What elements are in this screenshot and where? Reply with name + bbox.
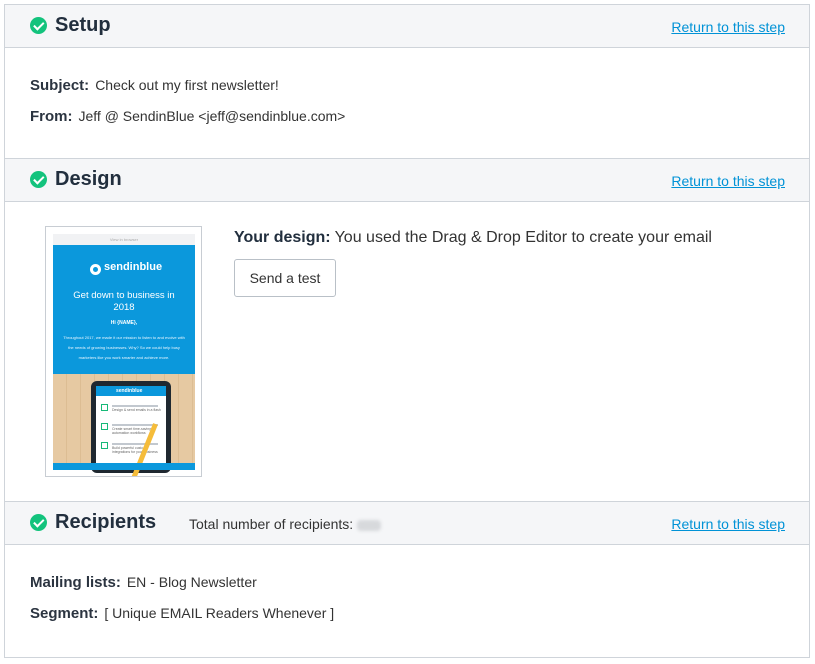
sendinblue-logo-icon bbox=[90, 264, 101, 275]
pad-item-text: Build powerful custom integrations for y… bbox=[112, 446, 158, 454]
mailing-lists-row: Mailing lists: EN - Blog Newsletter bbox=[30, 574, 257, 591]
thumbnail-preview: View in browser sendinblue Get down to b… bbox=[53, 234, 195, 476]
tablet-brand: sendinblue bbox=[116, 388, 143, 394]
from-row: From: Jeff @ SendinBlue <jeff@sendinblue.… bbox=[30, 108, 345, 125]
tablet-header-bar: sendinblue bbox=[96, 386, 166, 396]
recipients-title: Recipients bbox=[55, 511, 157, 533]
pad-item-line bbox=[112, 405, 158, 407]
thumbnail-body: Throughout 2017, we made it our mission … bbox=[63, 335, 185, 360]
segment-row: Segment: [ Unique EMAIL Readers Whenever … bbox=[30, 605, 334, 622]
from-value: Jeff @ SendinBlue <jeff@sendinblue.com> bbox=[78, 108, 346, 124]
thumbnail-brand: sendinblue bbox=[104, 261, 163, 273]
design-section: Design Return to this step View in brows… bbox=[4, 158, 810, 502]
design-label: Your design: bbox=[234, 229, 331, 246]
setup-section: Setup Return to this step Subject: Check … bbox=[4, 4, 810, 159]
send-test-button[interactable]: Send a test bbox=[234, 259, 336, 297]
recipients-header: Recipients Total number of recipients: R… bbox=[5, 502, 809, 545]
setup-return-link[interactable]: Return to this step bbox=[671, 19, 785, 35]
checkbox-icon bbox=[101, 404, 108, 411]
design-return-link[interactable]: Return to this step bbox=[671, 173, 785, 189]
design-description-text: You used the Drag & Drop Editor to creat… bbox=[334, 229, 712, 246]
mailing-lists-value: EN - Blog Newsletter bbox=[126, 574, 257, 590]
check-circle-icon bbox=[30, 17, 47, 34]
recipients-return-link[interactable]: Return to this step bbox=[671, 516, 785, 532]
thumbnail-greeting: Hi {NAME}, bbox=[110, 320, 138, 326]
email-design-thumbnail[interactable]: View in browser sendinblue Get down to b… bbox=[45, 226, 202, 477]
from-label: From: bbox=[30, 108, 73, 125]
setup-title: Setup bbox=[55, 14, 111, 36]
pad-item-text: Design & send emails in a flash bbox=[112, 408, 161, 412]
recipients-section: Recipients Total number of recipients: R… bbox=[4, 501, 810, 658]
subject-value: Check out my first newsletter! bbox=[95, 77, 279, 93]
recipients-total: Total number of recipients: bbox=[189, 516, 382, 532]
checkbox-icon bbox=[101, 442, 108, 449]
thumbnail-footer bbox=[53, 463, 195, 470]
tablet-illustration: sendinblue Design & send emails in a fla… bbox=[91, 381, 171, 473]
checkbox-icon bbox=[101, 423, 108, 430]
mailing-lists-label: Mailing lists: bbox=[30, 574, 121, 591]
recipients-total-label: Total number of recipients: bbox=[189, 516, 354, 532]
thumbnail-top-strip: View in browser bbox=[53, 234, 195, 245]
thumbnail-hero: sendinblue Get down to business in 2018 … bbox=[53, 245, 195, 374]
recipients-count-redacted bbox=[357, 519, 382, 531]
design-title: Design bbox=[55, 168, 122, 190]
subject-row: Subject: Check out my first newsletter! bbox=[30, 77, 279, 94]
subject-label: Subject: bbox=[30, 77, 90, 94]
design-header: Design Return to this step bbox=[5, 159, 809, 202]
check-circle-icon bbox=[30, 171, 47, 188]
pad-item-line bbox=[112, 443, 158, 445]
segment-value: [ Unique EMAIL Readers Whenever ] bbox=[104, 605, 335, 621]
segment-label: Segment: bbox=[30, 605, 99, 622]
design-description: Your design: You used the Drag & Drop Edi… bbox=[234, 229, 712, 247]
setup-header: Setup Return to this step bbox=[5, 5, 809, 48]
thumbnail-headline: Get down to business in 2018 bbox=[73, 290, 175, 313]
check-circle-icon bbox=[30, 514, 47, 531]
